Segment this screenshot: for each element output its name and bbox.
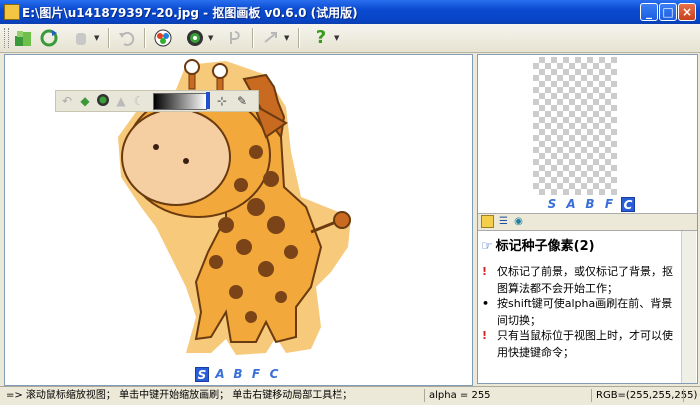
zoom-icon[interactable]: ⊹ — [214, 93, 230, 109]
floating-toolbar: ↶ ◆ ▲ ☾ ⊹ ✎ — [55, 90, 259, 112]
help-icon[interactable]: ? — [310, 27, 332, 49]
pointer-icon — [260, 27, 282, 49]
brush-icon[interactable] — [184, 27, 206, 49]
app-icon — [4, 4, 20, 20]
pointing-hand-icon: ☞ — [481, 239, 493, 254]
chevron-down-icon[interactable]: ▼ — [94, 27, 99, 49]
hint-item: ! 仅标记了前景，或仅标记了背景，抠图算法都不会开始工作； — [482, 265, 673, 295]
refresh-icon[interactable] — [38, 27, 60, 49]
status-help-text: => 滚动鼠标缩放视图； 单击中键开始缩放画刷； 单击右键移动局部工具栏； — [6, 390, 353, 401]
open-icon[interactable] — [12, 27, 34, 49]
status-alpha: alpha = 255 — [424, 389, 589, 402]
toolbar-grip[interactable] — [4, 28, 9, 48]
canvas-mode-bar: S A B F C — [5, 367, 472, 383]
canvas-view[interactable]: ↶ ◆ ▲ ☾ ⊹ ✎ S A B F C — [4, 54, 473, 386]
warning-icon: ! — [482, 265, 488, 278]
toolbar-separator — [144, 28, 146, 48]
toolbar-separator — [298, 28, 300, 48]
maximize-button[interactable]: □ — [659, 3, 677, 21]
mode-b-button[interactable]: B — [231, 367, 245, 382]
side-panel: S A B F C ☰ ◉ ☞ 标记种子像素(2) ! 仅标记了前景，或仅标记了背… — [477, 54, 698, 384]
mode-c-button[interactable]: C — [267, 367, 281, 382]
chevron-down-icon[interactable]: ▼ — [208, 27, 213, 49]
toolbar-separator — [108, 28, 110, 48]
undo-icon — [116, 27, 138, 49]
hint-item: • 按shift键可使alpha画刷在前、背景间切换； — [482, 297, 673, 327]
alpha-slider-handle[interactable] — [206, 92, 210, 109]
alpha-gradient-slider[interactable] — [153, 93, 207, 110]
title-bar: E:\图片\u141879397-20.jpg - 抠图画板 v0.6.0 (试… — [0, 0, 700, 24]
status-rgb: RGB=(255,255,255) — [591, 389, 697, 402]
hint-title: ☞ 标记种子像素(2) — [481, 239, 595, 254]
color-picker-icon[interactable] — [152, 27, 174, 49]
mode-a-button[interactable]: A — [213, 367, 227, 382]
bullet-icon: • — [482, 297, 490, 310]
mode-f-button[interactable]: F — [249, 367, 263, 382]
hand-icon — [70, 27, 92, 49]
drop-icon: ▲ — [116, 94, 126, 108]
close-button[interactable]: × — [678, 3, 696, 21]
mode-s-button[interactable]: S — [195, 367, 209, 382]
preview-mode-s-button[interactable]: S — [545, 197, 559, 212]
main-toolbar: ▼ ▼ ▼ ? ▼ — [0, 24, 700, 53]
preview-mode-a-button[interactable]: A — [564, 197, 578, 212]
preview-mode-b-button[interactable]: B — [583, 197, 597, 212]
eraser-icon[interactable]: ◆ — [77, 93, 93, 109]
status-bar: => 滚动鼠标缩放视图； 单击中键开始缩放画刷； 单击右键移动局部工具栏； al… — [0, 386, 700, 405]
eye-tab-icon[interactable]: ◉ — [512, 215, 525, 228]
hint-item: ! 只有当鼠标位于视图上时，才可以使用快捷键命令； — [482, 329, 673, 359]
undo-icon[interactable]: ↶ — [59, 93, 75, 109]
moon-icon: ☾ — [133, 94, 145, 108]
toolbar-separator — [252, 28, 254, 48]
pane-splitter[interactable] — [473, 54, 476, 384]
preview-mode-c-button[interactable]: C — [621, 197, 635, 212]
preview-mode-f-button[interactable]: F — [602, 197, 616, 212]
panel-tab-strip: ☰ ◉ — [478, 213, 697, 231]
eyedropper-icon[interactable]: ✎ — [234, 93, 250, 109]
brush-icon[interactable] — [95, 93, 111, 109]
hints-scrollbar[interactable] — [681, 231, 696, 383]
chevron-down-icon[interactable]: ▼ — [284, 27, 289, 49]
warning-icon: ! — [482, 329, 488, 342]
resize-grip-icon[interactable] — [683, 389, 698, 402]
list-tab-icon[interactable]: ☰ — [497, 215, 510, 228]
chevron-down-icon[interactable]: ▼ — [334, 27, 339, 49]
preview-mode-bar: S A B F C — [478, 197, 697, 213]
window-title: E:\图片\u141879397-20.jpg - 抠图画板 v0.6.0 (试… — [22, 6, 358, 20]
minimize-button[interactable]: _ — [640, 3, 658, 21]
tips-tab-icon[interactable] — [481, 215, 494, 228]
preview-thumbnail[interactable] — [533, 57, 617, 195]
redo-icon — [224, 27, 246, 49]
